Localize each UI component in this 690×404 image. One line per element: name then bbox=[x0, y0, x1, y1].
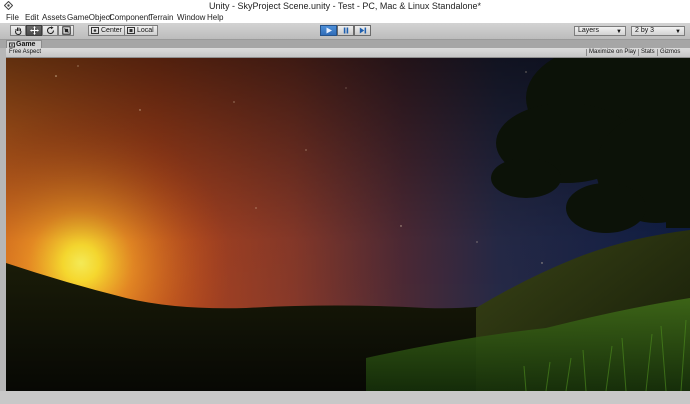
toolbar-divider bbox=[638, 49, 639, 56]
pivot-center-label: Center bbox=[101, 27, 123, 34]
main-toolbar: Center Local Layers ▼ 2 by 3 ▼ bbox=[0, 23, 690, 40]
layers-dropdown-label: Layers bbox=[578, 27, 600, 34]
menu-window[interactable]: Window bbox=[177, 12, 205, 23]
pause-icon[interactable] bbox=[337, 25, 354, 36]
game-viewport[interactable] bbox=[6, 58, 690, 391]
space-local-button[interactable]: Local bbox=[124, 25, 158, 36]
play-controls bbox=[320, 25, 371, 36]
hand-tool-icon[interactable] bbox=[10, 25, 26, 36]
chevron-down-icon: ▼ bbox=[675, 29, 681, 35]
status-bar bbox=[0, 391, 690, 404]
scene-render bbox=[6, 58, 690, 391]
scale-tool-icon[interactable] bbox=[58, 25, 74, 36]
play-icon[interactable] bbox=[320, 25, 337, 36]
menu-component[interactable]: Component bbox=[109, 12, 150, 23]
step-icon[interactable] bbox=[354, 25, 371, 36]
rotate-tool-icon[interactable] bbox=[42, 25, 58, 36]
toolbar-divider bbox=[586, 49, 587, 56]
title-bar: Unity - SkyProject Scene.unity - Test - … bbox=[0, 0, 690, 12]
pivot-center-button[interactable]: Center bbox=[88, 25, 127, 37]
menu-help[interactable]: Help bbox=[207, 12, 223, 23]
window-title: Unity - SkyProject Scene.unity - Test - … bbox=[209, 1, 481, 11]
maximize-on-play-toggle[interactable]: Maximize on Play bbox=[589, 48, 636, 57]
menu-assets[interactable]: Assets bbox=[42, 12, 66, 23]
layers-dropdown[interactable]: Layers ▼ bbox=[574, 26, 626, 36]
aspect-ratio-dropdown[interactable]: Free Aspect bbox=[9, 48, 41, 57]
move-tool-icon[interactable] bbox=[26, 25, 42, 36]
menu-gameobject[interactable]: GameObject bbox=[67, 12, 112, 23]
menu-terrain[interactable]: Terrain bbox=[149, 12, 173, 23]
menu-edit[interactable]: Edit bbox=[25, 12, 39, 23]
layout-dropdown[interactable]: 2 by 3 ▼ bbox=[631, 26, 685, 36]
game-view-toolbar: Free Aspect Maximize on Play Stats Gizmo… bbox=[6, 48, 690, 58]
layout-dropdown-label: 2 by 3 bbox=[635, 27, 655, 34]
menu-bar: File Edit Assets GameObject Component Te… bbox=[0, 12, 690, 23]
toolbar-divider bbox=[657, 49, 658, 56]
stats-toggle[interactable]: Stats bbox=[641, 48, 655, 57]
local-space-icon bbox=[127, 27, 135, 37]
pivot-icon bbox=[91, 27, 99, 37]
space-local-label: Local bbox=[137, 27, 154, 34]
transform-tools bbox=[10, 25, 74, 36]
tab-game-label: Game bbox=[16, 41, 36, 48]
chevron-down-icon: ▼ bbox=[616, 29, 622, 35]
tab-strip: Game bbox=[0, 40, 690, 49]
gizmos-dropdown[interactable]: Gizmos bbox=[660, 48, 680, 57]
menu-file[interactable]: File bbox=[6, 12, 19, 23]
